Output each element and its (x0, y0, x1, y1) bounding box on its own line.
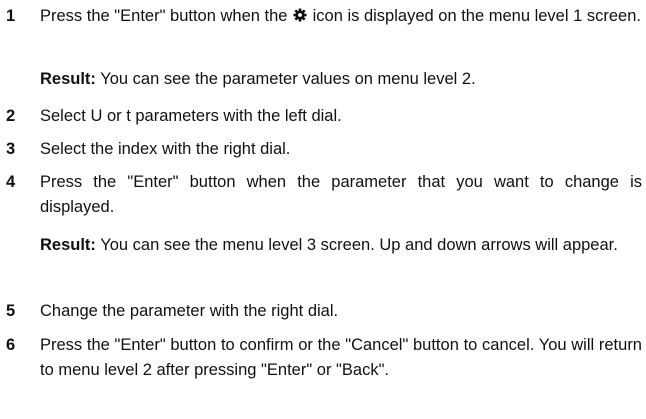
result-text: You can see the menu level 3 screen. Up … (95, 236, 618, 254)
step-text: Select the index with the right dial. (40, 140, 291, 158)
step-text: Select U or t parameters with the left d… (40, 107, 342, 125)
step-2: 2 Select U or t parameters with the left… (0, 104, 646, 129)
step-text: Press the "Enter" button when the icon i… (40, 4, 642, 29)
step-text: Change the parameter with the right dial… (40, 302, 339, 320)
step-text-part: icon is displayed on the menu level 1 sc… (308, 7, 641, 25)
step-number: 5 (6, 302, 16, 320)
step-text-part: Press the "Enter" button when the (40, 7, 293, 25)
instruction-page: 1 Press the "Enter" button when the icon… (0, 0, 646, 419)
step-number: 1 (6, 7, 16, 25)
step-number: 6 (6, 336, 16, 354)
result-label: Result: (40, 236, 96, 254)
step-6: 6 Press the "Enter" button to confirm or… (0, 333, 646, 408)
step-text: Press the "Enter" button to confirm or t… (40, 336, 642, 379)
step-1-result: Result: You can see the parameter values… (40, 67, 642, 92)
result-text: You can see the parameter values on menu… (95, 70, 476, 88)
step-4-result: Result: You can see the menu level 3 scr… (40, 233, 642, 258)
step-3: 3 Select the index with the right dial. (0, 137, 646, 162)
step-4: 4 Press the "Enter" button when the para… (0, 170, 646, 220)
step-number: 3 (6, 140, 16, 158)
step-5: 5 Change the parameter with the right di… (0, 299, 646, 324)
step-number: 4 (6, 173, 16, 191)
step-number: 2 (6, 107, 16, 125)
gear-icon (293, 8, 307, 22)
result-label: Result: (40, 70, 96, 88)
step-text: Press the "Enter" button when the parame… (40, 173, 642, 216)
